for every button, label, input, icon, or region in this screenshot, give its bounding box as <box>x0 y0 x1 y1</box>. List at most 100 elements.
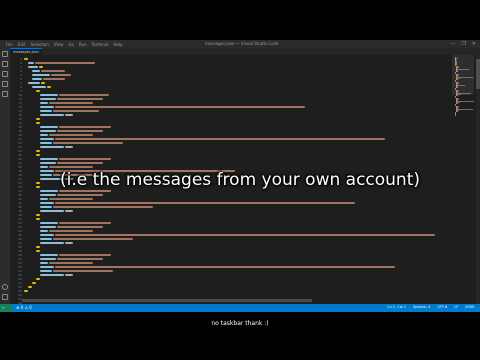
bracket-token <box>36 278 40 280</box>
key-token <box>28 62 34 64</box>
minimap-token <box>456 71 458 72</box>
bracket-token <box>32 282 36 284</box>
string-token <box>53 142 123 144</box>
key-token <box>40 190 58 192</box>
string-token <box>53 270 113 272</box>
bracket-token <box>36 154 40 156</box>
menu-item-edit[interactable]: Edit <box>18 42 26 47</box>
key-token <box>40 142 52 144</box>
string-token <box>59 190 111 192</box>
overlay-caption: (i.e the messages from your own account) <box>59 170 421 190</box>
string-token <box>49 262 93 264</box>
string-token <box>57 226 103 228</box>
string-token <box>53 110 99 112</box>
key-token <box>40 166 48 168</box>
tab-messages-json[interactable]: messages.json <box>10 48 42 55</box>
key-token <box>40 210 64 212</box>
key-token <box>40 94 58 96</box>
string-token <box>57 130 103 132</box>
remote-indicator[interactable]: ⌁ <box>0 304 12 312</box>
status-item[interactable]: Ln 1, Col 1 <box>388 305 407 309</box>
string-token <box>55 106 305 108</box>
string-token <box>59 222 111 224</box>
bracket-token <box>36 118 40 120</box>
key-token <box>28 82 40 84</box>
bracket-token <box>41 82 45 84</box>
string-token <box>49 102 93 104</box>
key-token <box>40 130 56 132</box>
explorer-icon[interactable] <box>2 51 8 57</box>
number-token <box>65 114 73 116</box>
key-token <box>32 74 50 76</box>
bracket-token <box>47 86 51 88</box>
key-token <box>40 258 56 260</box>
key-token <box>40 226 56 228</box>
maximize-button[interactable]: ❐ <box>461 41 465 47</box>
window-title: messages.json — Visual Studio Code <box>205 41 279 46</box>
key-token <box>28 66 38 68</box>
search-icon[interactable] <box>2 61 8 67</box>
bracket-token <box>39 66 43 68</box>
close-button[interactable]: ✕ <box>472 41 476 47</box>
menu-item-terminal[interactable]: Terminal <box>92 42 109 47</box>
string-token <box>55 266 395 268</box>
key-token <box>40 234 54 236</box>
number-token <box>65 274 73 276</box>
key-token <box>40 230 48 232</box>
menu-item-help[interactable]: Help <box>114 42 123 47</box>
menu-item-run[interactable]: Run <box>79 42 87 47</box>
string-token <box>53 206 153 208</box>
menu-item-selection[interactable]: Selection <box>30 42 48 47</box>
string-token <box>57 194 103 196</box>
string-token <box>59 254 111 256</box>
status-item[interactable]: UTF-8 <box>437 305 447 309</box>
extensions-icon[interactable] <box>2 91 8 97</box>
title-bar: File Edit Selection View Go Run Terminal Help m… <box>0 40 480 48</box>
run-debug-icon[interactable] <box>2 81 8 87</box>
problems-indicator[interactable]: ⊗ 0 ⚠ 0 <box>16 305 32 310</box>
horizontal-scrollbar[interactable] <box>22 299 312 302</box>
status-items: Ln 1, Col 1 Spaces: 4 UTF-8 LF JSON <box>388 305 474 309</box>
key-token <box>40 238 52 240</box>
source-control-icon[interactable] <box>2 71 8 77</box>
window-controls: — ❐ ✕ <box>450 41 476 47</box>
status-item[interactable]: Spaces: 4 <box>413 305 430 309</box>
string-token <box>49 134 93 136</box>
menu-item-file[interactable]: File <box>6 42 13 47</box>
number-token <box>65 146 73 148</box>
bracket-token <box>36 246 40 248</box>
number-token <box>65 210 73 212</box>
key-token <box>40 270 52 272</box>
key-token <box>40 262 48 264</box>
string-token <box>59 94 109 96</box>
gear-icon[interactable] <box>2 294 8 300</box>
minimap-token <box>456 95 458 96</box>
status-item[interactable]: JSON <box>465 305 474 309</box>
minimize-button[interactable]: — <box>450 41 455 47</box>
status-item[interactable]: LF <box>454 305 458 309</box>
key-token <box>40 254 58 256</box>
key-token <box>32 78 42 80</box>
account-icon[interactable] <box>2 284 8 290</box>
menu-item-view[interactable]: View <box>54 42 64 47</box>
string-token <box>49 198 93 200</box>
tab-label: messages.json <box>13 50 39 54</box>
key-token <box>40 110 52 112</box>
minimap-token <box>456 111 458 112</box>
key-token <box>40 114 64 116</box>
key-token <box>40 242 64 244</box>
string-token <box>35 62 95 64</box>
letterbox-top <box>0 0 480 40</box>
string-token <box>59 158 111 160</box>
vertical-scroll-thumb[interactable] <box>476 59 480 89</box>
key-token <box>40 206 52 208</box>
bracket-token <box>28 286 32 288</box>
menu-item-go[interactable]: Go <box>68 42 74 47</box>
bracket-token <box>24 58 28 60</box>
key-token <box>40 194 56 196</box>
key-token <box>32 86 46 88</box>
string-token <box>55 138 385 140</box>
string-token <box>57 258 103 260</box>
key-token <box>40 198 48 200</box>
minimap-token <box>454 115 456 116</box>
